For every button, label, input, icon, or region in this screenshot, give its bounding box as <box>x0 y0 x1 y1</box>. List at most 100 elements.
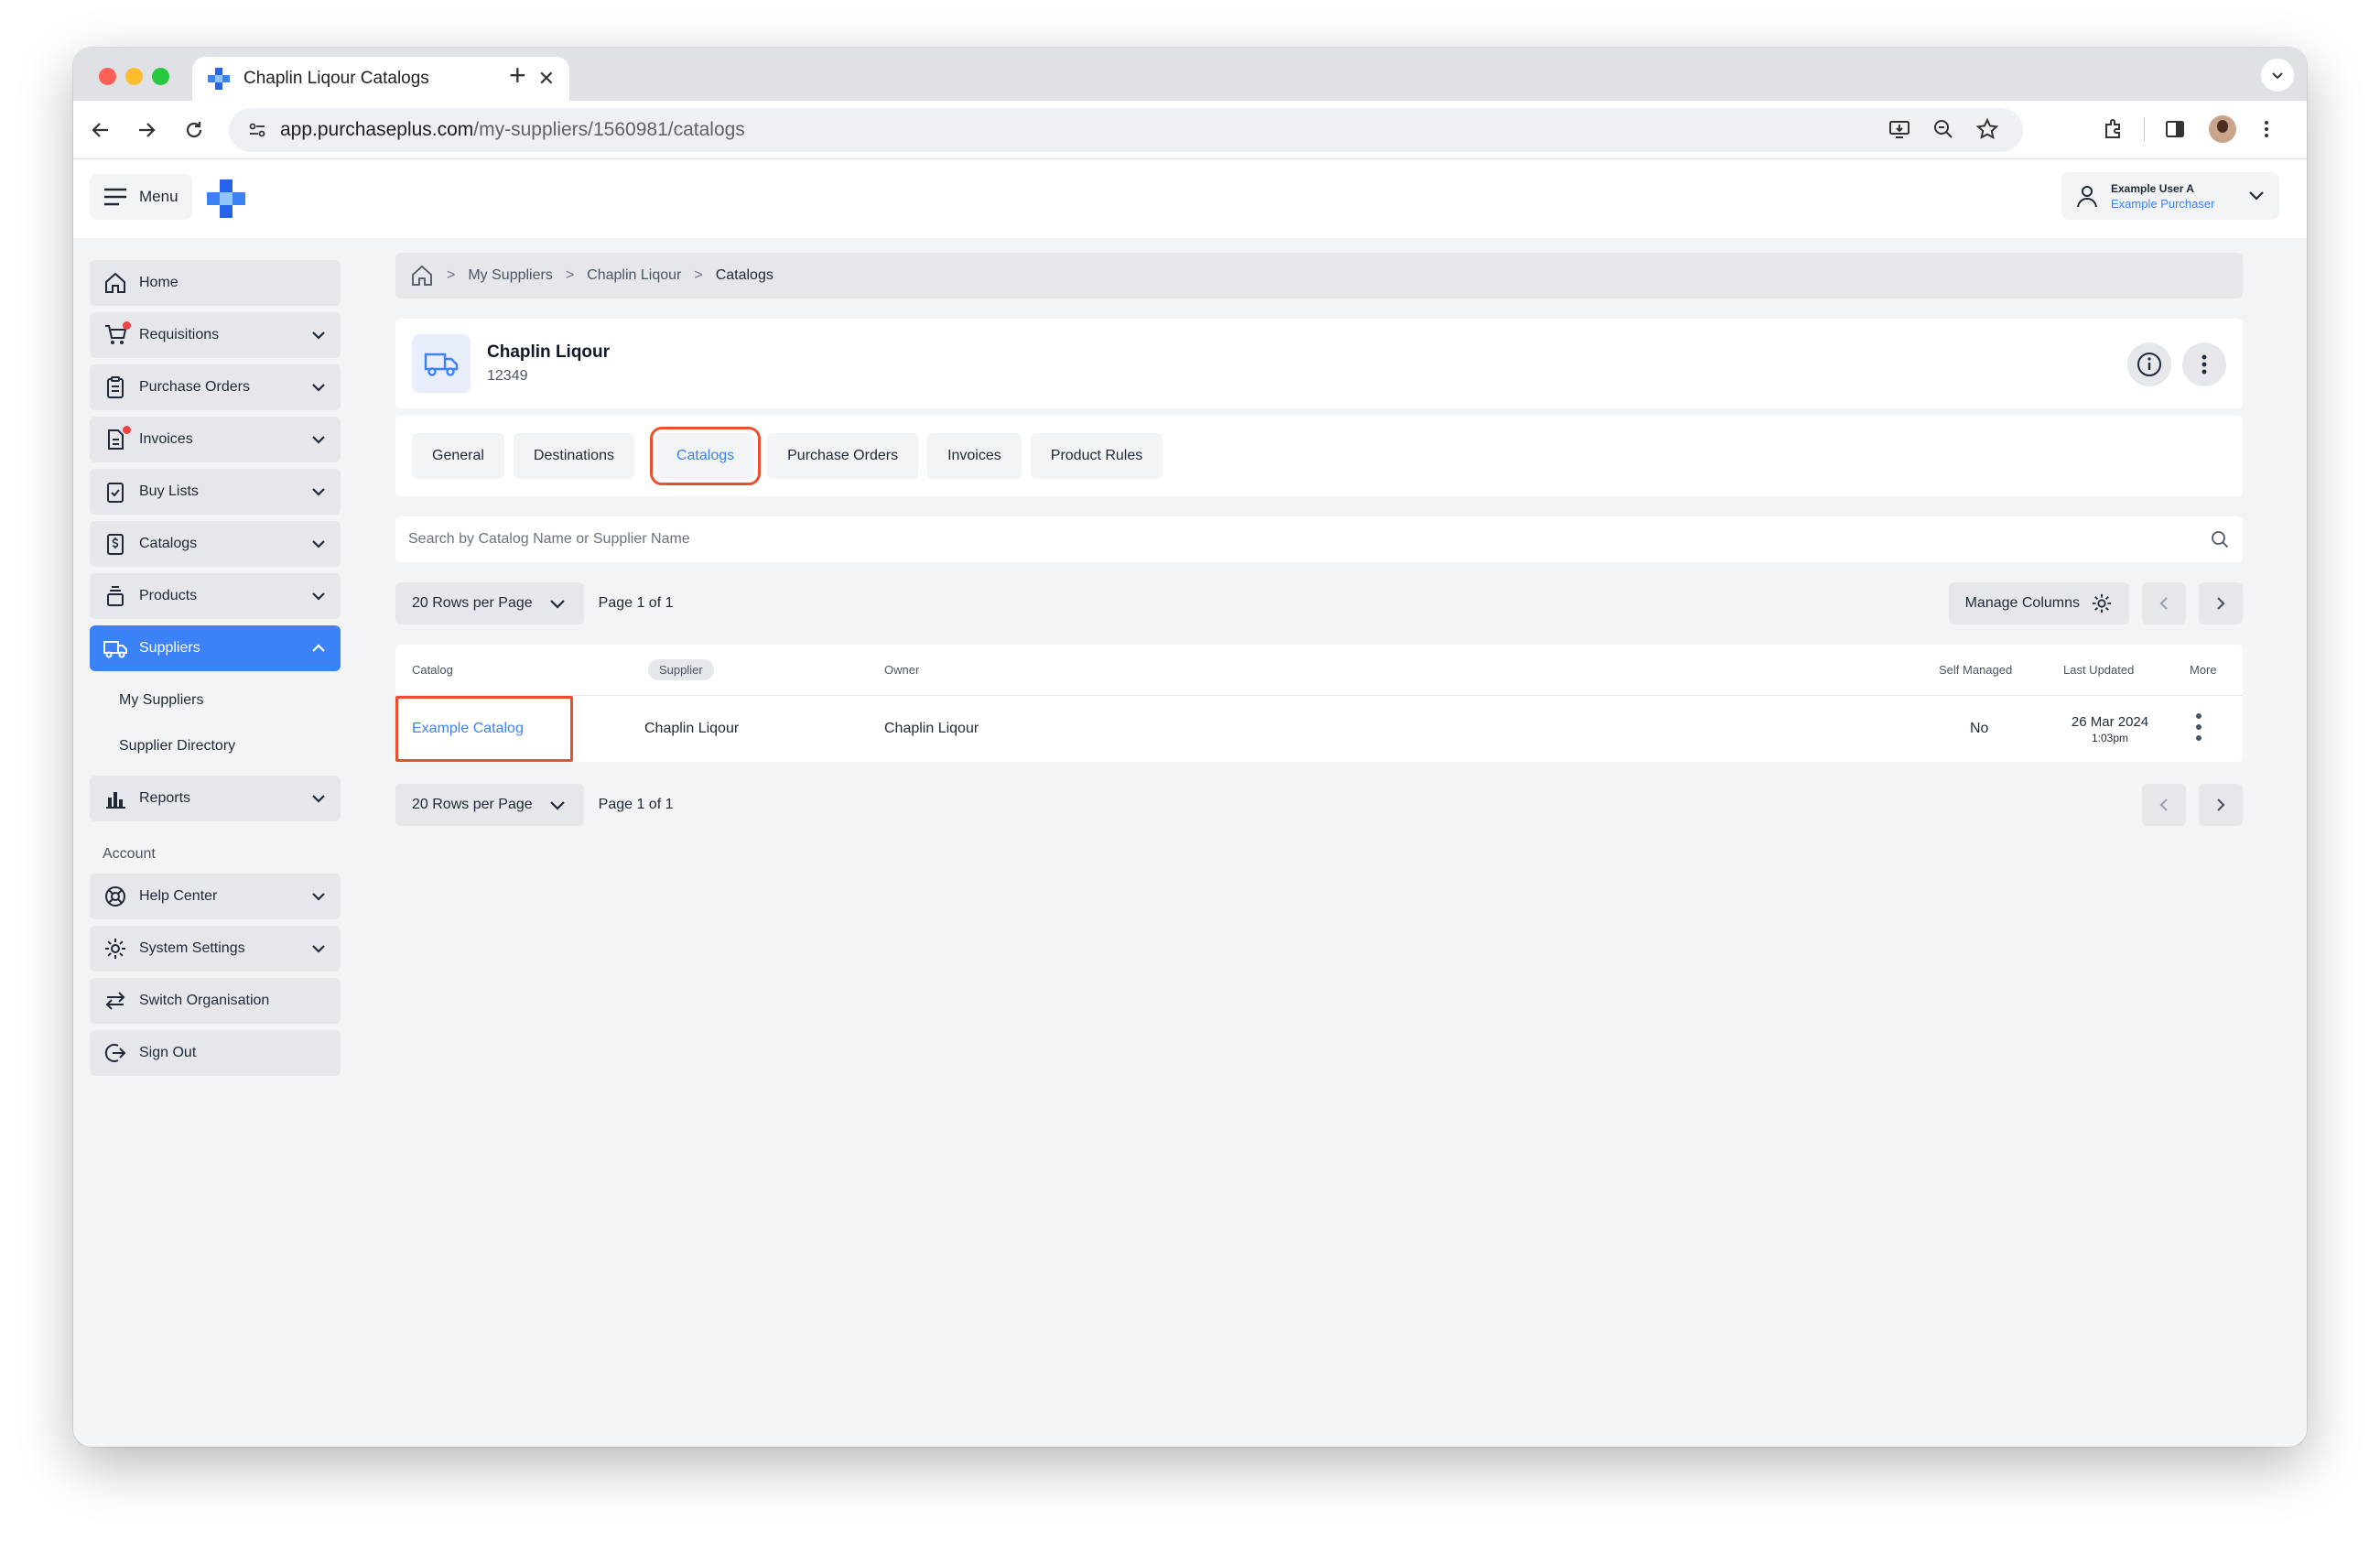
url-path: /my-suppliers/1560981/catalogs <box>473 119 745 140</box>
tab-search-button[interactable] <box>2261 59 2294 92</box>
updated-time: 1:03pm <box>2091 731 2129 744</box>
sidebar-item-system-settings[interactable]: System Settings <box>90 926 341 972</box>
rows-per-page-select[interactable]: 20 Rows per Page <box>395 784 584 826</box>
home-icon[interactable] <box>410 264 434 288</box>
tab-close-icon[interactable]: ✕ <box>538 67 555 91</box>
side-panel-icon[interactable] <box>2163 117 2187 141</box>
purchaseplus-logo[interactable] <box>205 178 247 220</box>
tab-purchase-orders[interactable]: Purchase Orders <box>767 433 919 479</box>
arrow-left-icon <box>92 123 108 137</box>
chevron-left-icon <box>2159 597 2168 610</box>
gear-icon <box>103 936 128 961</box>
pager-controls: Manage Columns <box>1948 582 2243 624</box>
sidebar-item-invoices[interactable]: Invoices <box>90 417 341 462</box>
search-input[interactable] <box>408 531 2210 548</box>
price-list-icon <box>103 531 128 557</box>
search-icon[interactable] <box>2210 529 2230 549</box>
switch-arrows-icon <box>103 988 128 1014</box>
sidebar-item-home[interactable]: Home <box>90 260 341 306</box>
chevron-right-icon <box>2217 798 2225 811</box>
app-header: Menu Example User A Example Purchaser <box>73 159 2307 238</box>
sidebar-item-catalogs[interactable]: Catalogs <box>90 521 341 567</box>
sidebar-item-products[interactable]: Products <box>90 573 341 619</box>
zoom-icon[interactable] <box>1931 117 1955 141</box>
manage-columns-button[interactable]: Manage Columns <box>1948 582 2129 624</box>
cell-self-managed: No <box>1970 721 1989 736</box>
zoom-window-button[interactable] <box>152 68 169 85</box>
tab-general[interactable]: General <box>412 433 504 479</box>
forward-button[interactable] <box>132 115 161 145</box>
reload-button[interactable] <box>179 115 209 145</box>
toolbar-extras <box>2102 115 2278 143</box>
truck-icon <box>424 353 459 376</box>
bar-chart-icon <box>103 786 128 811</box>
sidebar-item-label: Purchase Orders <box>139 379 250 395</box>
browser-menu-icon[interactable] <box>2255 117 2278 141</box>
tab-catalogs[interactable]: Catalogs <box>649 427 762 485</box>
table-row: Example Catalog Chaplin Liqour Chaplin L… <box>395 696 2243 762</box>
pager-bottom: 20 Rows per Page Page 1 of 1 <box>395 784 2243 826</box>
chevron-right-icon <box>2217 597 2225 610</box>
sidebar-item-reports[interactable]: Reports <box>90 776 341 821</box>
card-actions <box>2127 342 2226 386</box>
tab-invoices[interactable]: Invoices <box>927 433 1022 479</box>
breadcrumb-my-suppliers[interactable]: My Suppliers <box>468 267 552 284</box>
sidebar-item-label: Products <box>139 588 198 603</box>
sidebar-item-requisitions[interactable]: Requisitions <box>90 312 341 358</box>
manage-columns-label: Manage Columns <box>1964 595 2080 611</box>
site-settings-icon[interactable] <box>247 120 267 140</box>
breadcrumb: > My Suppliers > Chaplin Liqour > Catalo… <box>395 253 2243 299</box>
previous-page-button[interactable] <box>2142 784 2186 826</box>
header-supplier[interactable]: Supplier <box>648 659 714 680</box>
user-menu-button[interactable]: Example User A Example Purchaser <box>2061 172 2279 220</box>
sidebar-item-suppliers[interactable]: Suppliers <box>90 625 341 671</box>
supplier-header-card: Chaplin Liqour 12349 <box>395 319 2243 408</box>
page-indicator: Page 1 of 1 <box>598 595 674 611</box>
sidebar-item-label: Invoices <box>139 431 193 447</box>
browser-toolbar: app.purchaseplus.com/my-suppliers/156098… <box>73 101 2307 159</box>
header-owner[interactable]: Owner <box>884 663 919 677</box>
header-catalog[interactable]: Catalog <box>412 663 453 677</box>
extensions-icon[interactable] <box>2102 117 2126 141</box>
install-app-icon[interactable] <box>1888 117 1911 141</box>
sidebar-subitem-supplier-directory[interactable]: Supplier Directory <box>90 723 341 769</box>
table-header: Catalog Supplier Owner Self Managed Last… <box>395 645 2243 696</box>
next-page-button[interactable] <box>2199 784 2243 826</box>
profile-avatar[interactable] <box>2209 115 2236 143</box>
sidebar-subitem-my-suppliers[interactable]: My Suppliers <box>90 678 341 723</box>
tab-product-rules[interactable]: Product Rules <box>1030 433 1163 479</box>
row-more-button[interactable] <box>2191 709 2206 750</box>
chevron-down-icon <box>312 592 325 601</box>
user-info: Example User A Example Purchaser <box>2111 182 2246 211</box>
previous-page-button[interactable] <box>2142 582 2186 624</box>
menu-button[interactable]: Menu <box>90 174 192 220</box>
catalogs-table: Catalog Supplier Owner Self Managed Last… <box>395 645 2243 762</box>
app-content: Menu Example User A Example Purchaser Ho… <box>73 159 2307 1447</box>
rows-per-page-select[interactable]: 20 Rows per Page <box>395 582 584 624</box>
catalog-link[interactable]: Example Catalog <box>412 721 524 737</box>
sidebar-item-purchase-orders[interactable]: Purchase Orders <box>90 364 341 410</box>
breadcrumb-supplier[interactable]: Chaplin Liqour <box>587 267 681 284</box>
close-window-button[interactable] <box>99 68 116 85</box>
url-host: app.purchaseplus.com <box>280 119 474 140</box>
new-tab-button[interactable]: + <box>509 59 526 92</box>
sidebar-item-switch-organisation[interactable]: Switch Organisation <box>90 978 341 1024</box>
sidebar-item-help-center[interactable]: Help Center <box>90 874 341 919</box>
tab-destinations[interactable]: Destinations <box>513 433 634 479</box>
address-bar[interactable]: app.purchaseplus.com/my-suppliers/156098… <box>229 108 2023 152</box>
purchaseplus-favicon-icon <box>207 67 231 91</box>
sidebar-item-buy-lists[interactable]: Buy Lists <box>90 469 341 515</box>
back-button[interactable] <box>86 115 115 145</box>
chevron-right-icon: > <box>447 267 456 283</box>
more-options-button[interactable] <box>2182 342 2226 386</box>
sidebar-item-label: Catalogs <box>139 536 198 551</box>
chevron-down-icon <box>312 795 325 803</box>
header-last-updated[interactable]: Last Updated <box>2063 663 2134 677</box>
chevron-down-icon <box>549 600 565 609</box>
header-self-managed[interactable]: Self Managed <box>1939 663 2012 677</box>
bookmark-star-icon[interactable] <box>1975 117 1999 141</box>
info-button[interactable] <box>2127 342 2171 386</box>
minimize-window-button[interactable] <box>125 68 143 85</box>
sidebar-item-sign-out[interactable]: Sign Out <box>90 1030 341 1076</box>
next-page-button[interactable] <box>2199 582 2243 624</box>
